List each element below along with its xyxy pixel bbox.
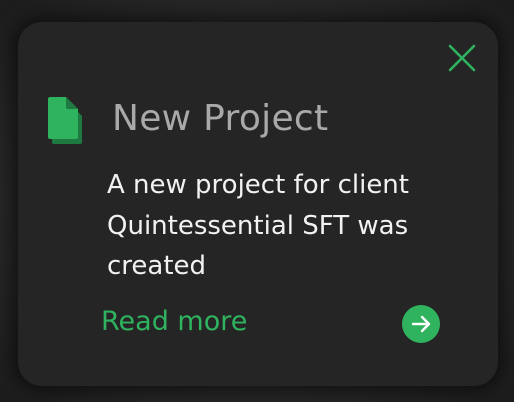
notification-card: New Project A new project for client Qui… (18, 22, 498, 386)
close-icon (448, 44, 476, 72)
document-icon (46, 96, 88, 146)
arrow-right-icon (411, 315, 431, 333)
notification-title: New Project (112, 98, 329, 139)
read-more-button[interactable] (402, 305, 440, 343)
notification-message: A new project for client Quintessential … (107, 170, 409, 281)
close-button[interactable] (446, 42, 478, 74)
read-more-link[interactable]: Read more (101, 306, 247, 337)
